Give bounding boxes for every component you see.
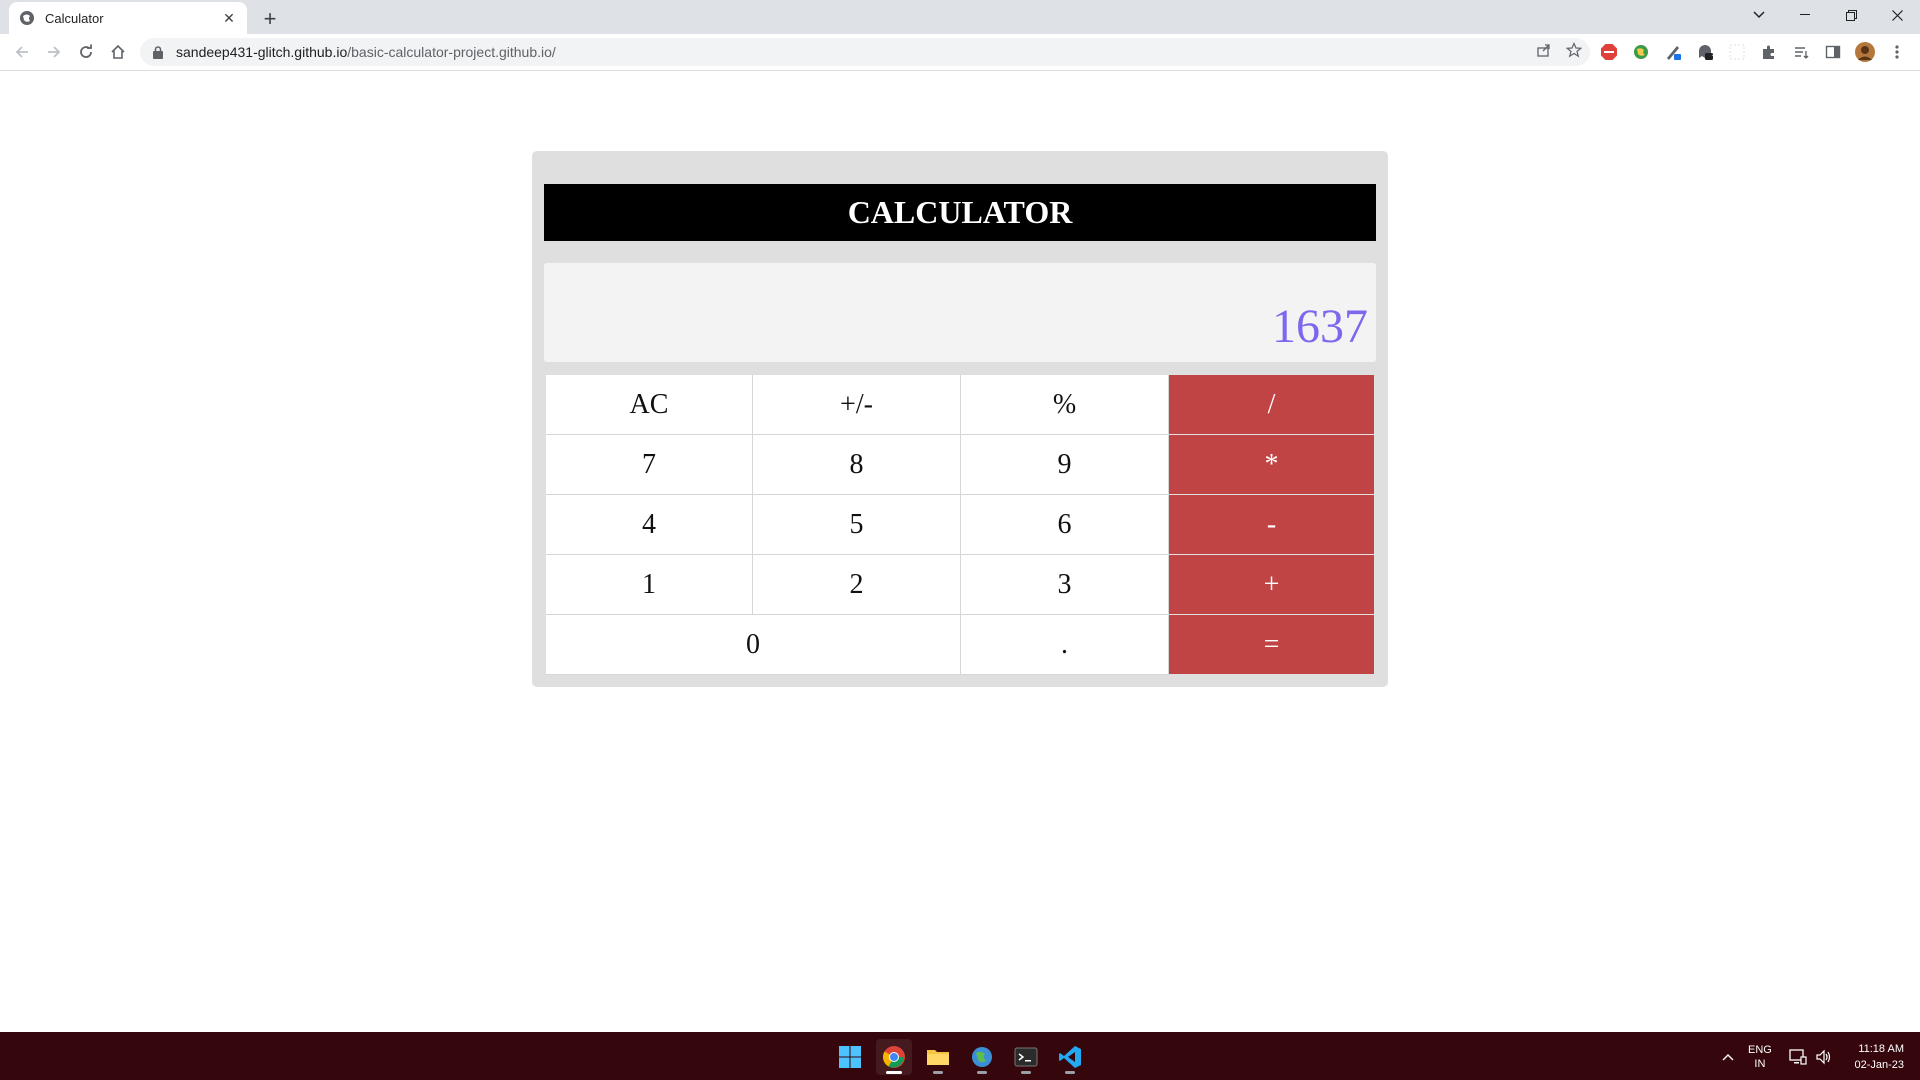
digit-2-button[interactable]: 2 [753,555,961,615]
clock-time: 11:18 AM [1858,1043,1904,1055]
url-path: /basic-calculator-project.github.io/ [347,44,556,60]
browser-toolbar: sandeep431-glitch.github.io /basic-calcu… [0,34,1920,71]
decimal-button[interactable]: . [961,615,1169,675]
digit-8-button[interactable]: 8 [753,435,961,495]
chrome-icon[interactable] [876,1039,912,1075]
clock-date: 02-Jan-23 [1854,1059,1904,1071]
reading-list-icon[interactable] [1790,41,1812,63]
digit-4-button[interactable]: 4 [546,495,753,555]
lock-icon[interactable] [152,45,164,59]
multiply-button[interactable]: * [1169,435,1375,495]
taskbar: ENG IN 11:18 AM 02-Jan-23 [0,1032,1920,1080]
start-windows-icon[interactable] [832,1039,868,1075]
tab-search-icon[interactable] [1736,0,1782,30]
app-indicator [1065,1071,1075,1074]
ac-button[interactable]: AC [546,375,753,435]
digit-3-button[interactable]: 3 [961,555,1169,615]
app-indicator [977,1071,987,1074]
home-icon[interactable] [104,38,132,66]
calculator: CALCULATOR 1637 AC +/- % / 7 8 9 * 4 5 6… [532,151,1388,687]
keypad: AC +/- % / 7 8 9 * 4 5 6 - 1 2 3 + 0 . = [546,375,1376,675]
chevron-up-icon[interactable] [1710,1039,1746,1075]
blank-extension-icon[interactable] [1726,41,1748,63]
globe-extension-icon[interactable] [1630,41,1652,63]
close-window-button[interactable] [1874,0,1920,30]
digit-1-button[interactable]: 1 [546,555,753,615]
profile-avatar[interactable] [1854,41,1876,63]
bookmark-star-icon[interactable] [1565,42,1583,63]
close-tab-icon[interactable]: ✕ [221,10,237,26]
divide-button[interactable]: / [1169,375,1375,435]
display-value: 1637 [1272,300,1368,353]
ghost-extension-icon[interactable]: 7 [1694,41,1716,63]
terminal-icon[interactable] [1008,1039,1044,1075]
add-button[interactable]: + [1169,555,1375,615]
digit-5-button[interactable]: 5 [753,495,961,555]
reload-icon[interactable] [72,38,100,66]
back-icon[interactable] [8,38,36,66]
digit-7-button[interactable]: 7 [546,435,753,495]
volume-icon[interactable] [1806,1039,1842,1075]
address-bar[interactable]: sandeep431-glitch.github.io /basic-calcu… [140,38,1590,66]
language-indicator[interactable]: ENG IN [1748,1043,1772,1071]
calculator-display: 1637 [544,263,1376,362]
minimize-button[interactable] [1782,0,1828,30]
calculator-title: CALCULATOR [544,184,1376,241]
restore-button[interactable] [1828,0,1874,30]
menu-kebab-icon[interactable] [1886,41,1908,63]
url-host: sandeep431-glitch.github.io [176,44,348,60]
tab-calculator[interactable]: Calculator ✕ [9,2,247,34]
forward-icon[interactable] [40,38,68,66]
pen-extension-icon[interactable] [1662,41,1684,63]
extensions-puzzle-icon[interactable] [1758,41,1780,63]
percent-button[interactable]: % [961,375,1169,435]
app-indicator [933,1071,943,1074]
extension-badge: 7 [1711,54,1716,63]
app-indicator [1021,1071,1031,1074]
browser-globe-icon[interactable] [964,1039,1000,1075]
digit-6-button[interactable]: 6 [961,495,1169,555]
language-line-2: IN [1754,1058,1766,1070]
digit-9-button[interactable]: 9 [961,435,1169,495]
equals-button[interactable]: = [1169,615,1375,675]
side-panel-icon[interactable] [1822,41,1844,63]
new-tab-button[interactable]: + [256,5,284,33]
clock[interactable]: 11:18 AM 02-Jan-23 [1840,1041,1904,1073]
adblock-icon[interactable] [1598,41,1620,63]
vscode-icon[interactable] [1052,1039,1088,1075]
file-explorer-icon[interactable] [920,1039,956,1075]
language-line-1: ENG [1748,1044,1772,1056]
sign-toggle-button[interactable]: +/- [753,375,961,435]
tab-title: Calculator [45,10,104,26]
tab-strip: Calculator ✕ + [0,0,1920,34]
subtract-button[interactable]: - [1169,495,1375,555]
share-icon[interactable] [1536,42,1552,63]
digit-0-button[interactable]: 0 [546,615,961,675]
active-app-indicator [886,1071,902,1074]
globe-icon [19,10,35,26]
